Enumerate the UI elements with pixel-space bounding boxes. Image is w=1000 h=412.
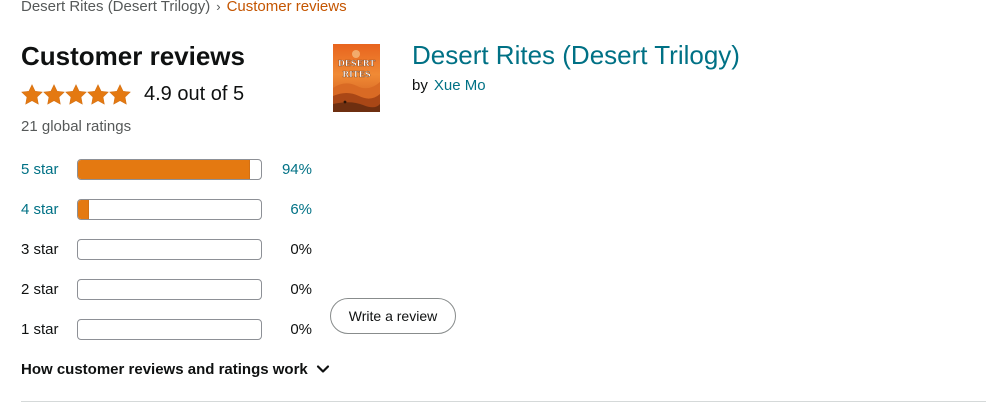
histogram-label: 2 star bbox=[21, 281, 59, 298]
byline-prefix: by bbox=[412, 77, 428, 94]
histogram-label: 3 star bbox=[21, 241, 59, 258]
book-cover-art: DESERT RITES bbox=[333, 44, 380, 112]
star-icon bbox=[21, 83, 43, 105]
reviews-heading: Customer reviews bbox=[21, 41, 245, 71]
rating-histogram: 5 star 94% 4 star 6% 3 star 0% 2 star 0%… bbox=[21, 155, 321, 355]
how-reviews-work-toggle[interactable]: How customer reviews and ratings work bbox=[21, 361, 330, 378]
histogram-percent[interactable]: 6% bbox=[251, 200, 312, 220]
histogram-bar bbox=[77, 239, 262, 260]
histogram-bar-fill bbox=[78, 200, 89, 219]
global-ratings-count: 21 global ratings bbox=[21, 118, 132, 135]
histogram-bar-fill bbox=[78, 160, 251, 179]
histogram-bar[interactable] bbox=[77, 159, 262, 180]
product-byline: by Xue Mo bbox=[412, 77, 486, 94]
book-cover-image[interactable]: DESERT RITES bbox=[333, 44, 380, 112]
histogram-row-2-star: 2 star 0% bbox=[21, 275, 321, 315]
histogram-row-4-star[interactable]: 4 star 6% bbox=[21, 195, 321, 235]
star-icon bbox=[65, 83, 87, 105]
histogram-bar bbox=[77, 279, 262, 300]
breadcrumb-item-product[interactable]: Desert Rites (Desert Trilogy) bbox=[21, 0, 210, 15]
cover-title-line-1: DESERT bbox=[338, 58, 375, 68]
histogram-percent: 0% bbox=[290, 321, 312, 338]
rating-text: 4.9 out of 5 bbox=[144, 82, 245, 105]
star-icon bbox=[109, 83, 131, 105]
histogram-percent: 0% bbox=[290, 241, 312, 258]
average-rating[interactable]: 4.9 out of 5 bbox=[21, 80, 244, 108]
star-rating bbox=[21, 83, 131, 105]
histogram-row-5-star[interactable]: 5 star 94% bbox=[21, 155, 321, 195]
how-reviews-work-label: How customer reviews and ratings work bbox=[21, 361, 308, 378]
histogram-label: 1 star bbox=[21, 321, 59, 338]
author-link[interactable]: Xue Mo bbox=[434, 77, 486, 94]
star-icon bbox=[43, 83, 65, 105]
histogram-label[interactable]: 5 star bbox=[21, 160, 59, 180]
histogram-row-3-star: 3 star 0% bbox=[21, 235, 321, 275]
section-divider bbox=[21, 401, 986, 402]
histogram-label[interactable]: 4 star bbox=[21, 200, 59, 220]
histogram-percent[interactable]: 94% bbox=[251, 160, 312, 180]
star-icon bbox=[87, 83, 109, 105]
histogram-row-1-star: 1 star 0% bbox=[21, 315, 321, 355]
histogram-percent: 0% bbox=[290, 281, 312, 298]
write-review-button[interactable]: Write a review bbox=[330, 298, 456, 334]
histogram-bar bbox=[77, 319, 262, 340]
breadcrumb-separator: › bbox=[216, 0, 221, 14]
product-title-link[interactable]: Desert Rites (Desert Trilogy) bbox=[412, 38, 740, 72]
breadcrumb-item-current[interactable]: Customer reviews bbox=[227, 0, 347, 15]
histogram-bar[interactable] bbox=[77, 199, 262, 220]
chevron-down-icon bbox=[316, 361, 330, 378]
cover-title-line-2: RITES bbox=[342, 69, 370, 79]
breadcrumb: Desert Rites (Desert Trilogy) › Customer r… bbox=[21, 0, 347, 17]
